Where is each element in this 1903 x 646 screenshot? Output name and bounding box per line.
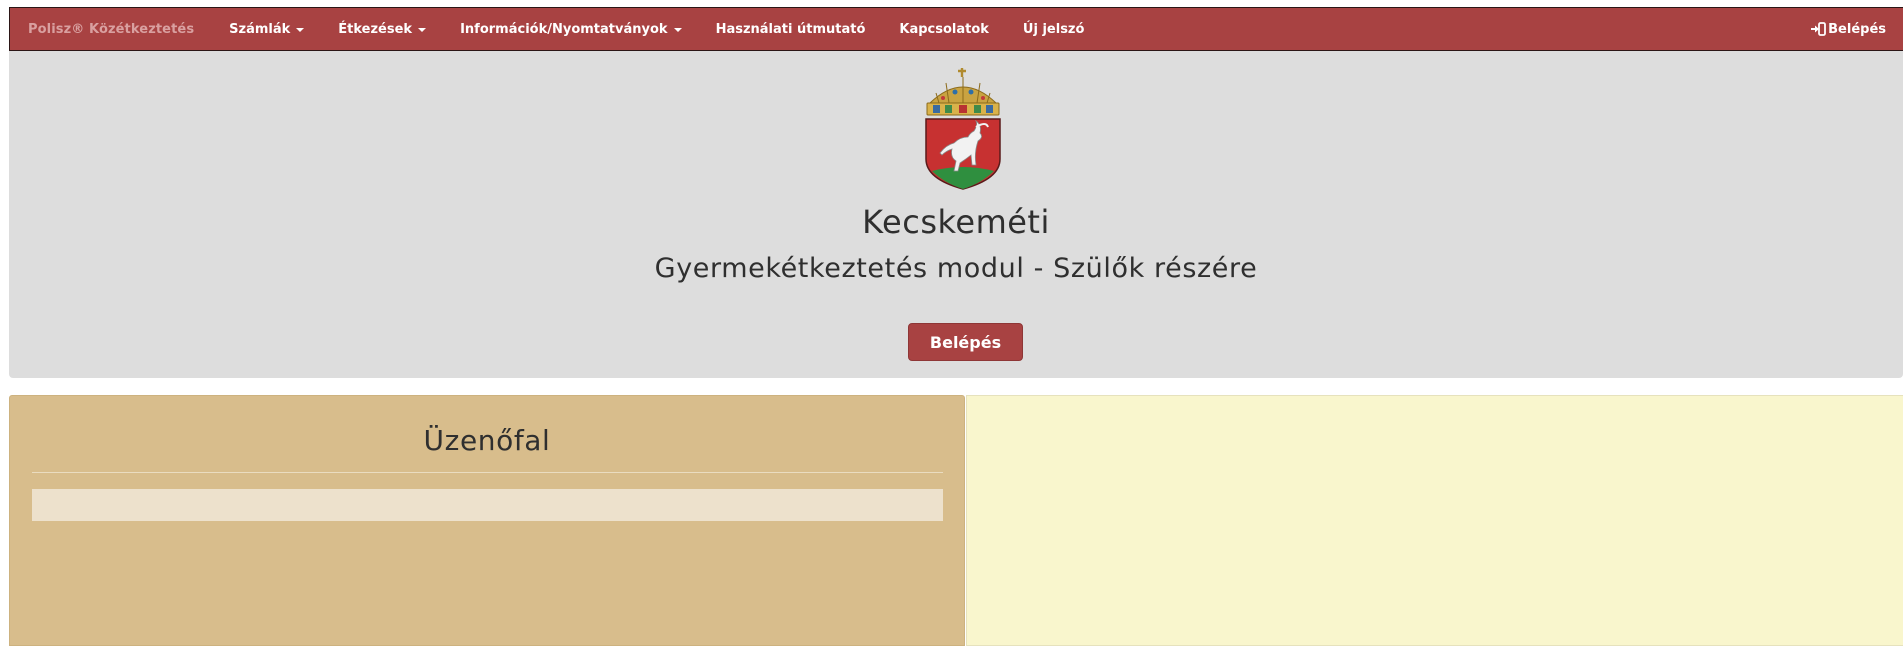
login-button[interactable]: Belépés [908,323,1023,361]
nav-item-hasznalati-utmutato[interactable]: Használati útmutató [716,22,866,37]
nav-item-etkezesek[interactable]: Étkezések [338,21,427,37]
message-wall-title: Üzenőfal [423,424,551,457]
sign-in-icon [1811,22,1827,36]
right-info-panel [966,395,1903,646]
message-list-item [32,489,943,521]
nav-login-link[interactable]: Belépés [1810,8,1886,50]
nav-item-uj-jelszo[interactable]: Új jelszó [1023,22,1085,37]
page-title: Kecskeméti [862,203,1050,241]
coat-of-arms-icon [925,68,1001,190]
nav-item-label: Étkezések [338,21,413,37]
brand-link[interactable]: Polisz® Közétkeztetés [28,22,194,37]
hero-section: Kecskeméti Gyermekétkeztetés modul - Szü… [9,51,1903,378]
caret-down-icon [296,28,305,32]
nav-item-label: Számlák [229,21,291,37]
nav-item-label: Használati útmutató [715,21,866,37]
divider [32,472,943,473]
caret-down-icon [673,28,682,32]
nav-item-kapcsolatok[interactable]: Kapcsolatok [899,22,989,37]
page-subtitle: Gyermekétkeztetés modul - Szülők részére [654,253,1258,284]
nav-item-szamlak[interactable]: Számlák [229,21,305,37]
nav-item-informaciok[interactable]: Információk/Nyomtatványok [460,21,682,37]
nav-item-label: Információk/Nyomtatványok [460,21,668,37]
nav-item-label: Kapcsolatok [899,21,989,37]
caret-down-icon [418,28,427,32]
nav-menu: Számlák Étkezések Információk/Nyomtatván… [229,22,1118,37]
nav-login-label: Belépés [1828,21,1886,37]
message-wall-panel: Üzenőfal [9,395,965,646]
top-navbar: Polisz® Közétkeztetés Számlák Étkezések … [9,7,1903,51]
nav-item-label: Új jelszó [1022,21,1085,37]
